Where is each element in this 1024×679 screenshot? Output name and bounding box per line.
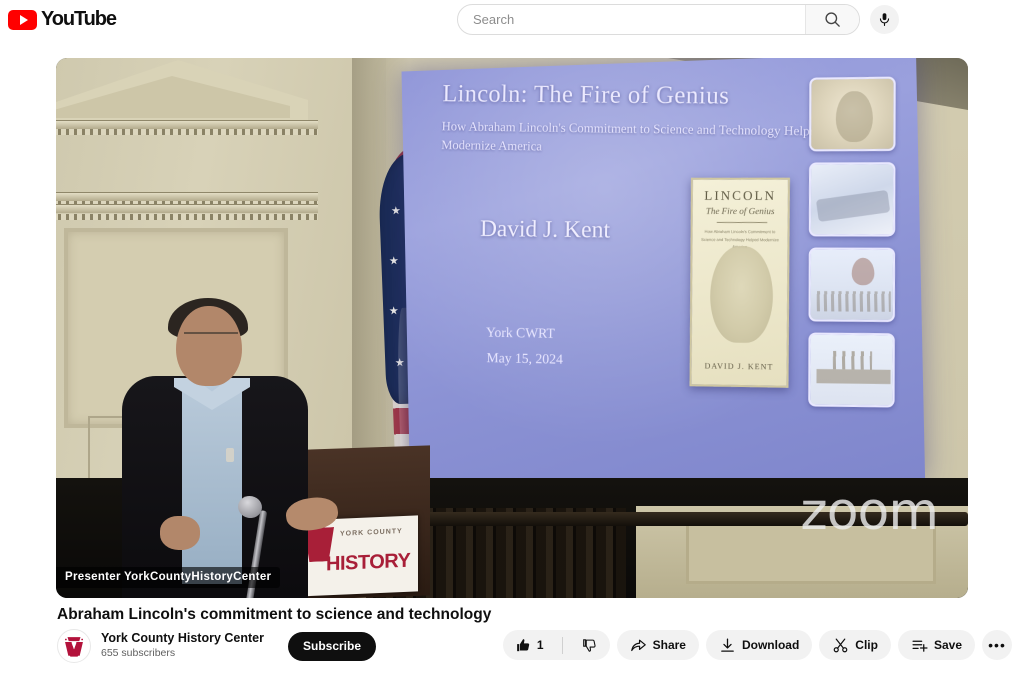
presenter-shirt: [182, 384, 242, 584]
scissors-icon: [833, 638, 848, 652]
like-count: 1: [536, 638, 544, 652]
book-cover-subtitle: The Fire of Genius: [705, 205, 775, 217]
like-dislike-group: 1: [502, 630, 610, 660]
more-horizontal-icon: •••: [988, 637, 1006, 653]
youtube-logo[interactable]: YouTube: [8, 8, 117, 31]
presenter-lapel-pin: [226, 448, 234, 462]
dentil-band-3: [56, 214, 318, 220]
channel-text-block: York County History Center 655 subscribe…: [101, 631, 264, 660]
download-icon: [721, 637, 734, 652]
share-button[interactable]: Share: [616, 630, 699, 660]
search-icon: [825, 12, 840, 27]
dislike-button[interactable]: [569, 630, 610, 660]
download-button[interactable]: Download: [705, 630, 813, 660]
microphone-icon: [879, 13, 890, 26]
search-pill: [457, 4, 860, 35]
presenter-head: [176, 306, 242, 386]
video-player[interactable]: Lincoln: The Fire of Genius How Abraham …: [56, 58, 968, 598]
slide-subtitle: How Abraham Lincoln's Commitment to Scie…: [441, 118, 823, 154]
share-label: Share: [652, 638, 686, 652]
share-arrow-icon: [630, 639, 646, 651]
balloon-thumbnail: [808, 247, 896, 323]
channel-owner-block: York County History Center 655 subscribe…: [57, 629, 377, 663]
channel-subscriber-count: 655 subscribers: [101, 646, 176, 659]
slide-thumbnail-strip: [808, 76, 896, 408]
projection-screen: Lincoln: The Fire of Genius How Abraham …: [401, 58, 926, 484]
steamboat-thumbnail: [808, 162, 896, 237]
youtube-play-icon: [8, 9, 37, 30]
avatar[interactable]: [57, 629, 91, 663]
book-cover-author: DAVID J. KENT: [704, 361, 774, 372]
save-label: Save: [933, 638, 962, 652]
lincoln-portrait-thumbnail: [809, 76, 896, 152]
presenter-glasses: [184, 332, 238, 342]
channel-name[interactable]: York County History Center: [101, 631, 264, 647]
video-frame: Lincoln: The Fire of Genius How Abraham …: [56, 58, 968, 598]
search-input[interactable]: [458, 5, 805, 34]
video-meta-row: York County History Center 655 subscribe…: [57, 629, 1016, 669]
york-county-history-center-logo: [64, 637, 84, 657]
voice-search-button[interactable]: [870, 5, 899, 34]
presenter-person: [102, 298, 352, 598]
dentil-band-1: [56, 129, 318, 135]
book-cover-title: LINCOLN: [704, 187, 777, 203]
clip-button[interactable]: Clip: [819, 630, 891, 660]
presenter-name-overlay: Presenter YorkCountyHistoryCenter: [56, 567, 281, 588]
video-title: Abraham Lincoln's commitment to science …: [57, 606, 492, 623]
like-dislike-divider: [561, 636, 563, 654]
youtube-logo-text: YouTube: [41, 8, 117, 30]
bridge-thumbnail: [808, 332, 895, 408]
thumbs-up-icon: [517, 638, 530, 651]
thumbs-down-icon: [582, 638, 596, 652]
cornice-band-2: [56, 192, 318, 201]
video-action-buttons: 1 Share Download Clip Save •••: [502, 630, 1012, 660]
like-button[interactable]: 1: [503, 630, 556, 660]
download-label: Download: [741, 638, 800, 652]
slide-organization: York CWRT: [485, 325, 555, 342]
cornice-band-3: [56, 204, 318, 213]
presenter-left-hand: [160, 516, 200, 550]
zoom-watermark: zoom: [800, 482, 939, 542]
slide-date: May 15, 2024: [486, 351, 564, 368]
subscribe-button[interactable]: Subscribe: [288, 631, 377, 661]
book-cover-rule: [716, 221, 768, 224]
book-cover-image: LINCOLN The Fire of Genius How Abraham L…: [689, 177, 790, 388]
more-actions-button[interactable]: •••: [982, 630, 1012, 660]
search-button[interactable]: [805, 5, 859, 34]
save-button[interactable]: Save: [897, 630, 975, 660]
search-cluster: [457, 4, 899, 35]
save-playlist-icon: [912, 640, 928, 652]
cornice-band-1: [56, 120, 318, 129]
clip-label: Clip: [855, 638, 878, 652]
lincoln-portrait-illustration: [709, 245, 774, 344]
masthead: YouTube: [0, 0, 1024, 39]
slide-author: David J. Kent: [479, 216, 611, 244]
